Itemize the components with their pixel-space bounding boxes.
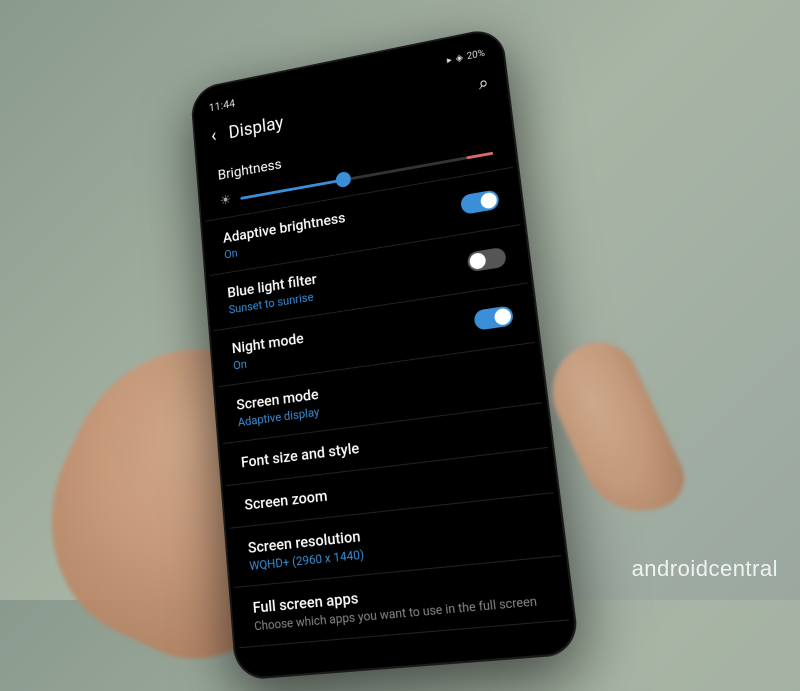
sun-icon: ☀ xyxy=(219,192,231,209)
search-icon[interactable]: ⌕ xyxy=(477,72,489,94)
watermark-text: androidcentral xyxy=(632,556,778,582)
signal-icon: ▸ xyxy=(446,55,452,66)
phone-screen: 11:44 ▸ ◈ 20% ‹ Display ⌕ Brightness ☀ xyxy=(196,38,572,668)
slider-warning-zone xyxy=(466,151,493,159)
slider-fill xyxy=(240,178,343,199)
battery-text: 20% xyxy=(466,48,485,62)
phone-device: 11:44 ▸ ◈ 20% ‹ Display ⌕ Brightness ☀ xyxy=(190,26,580,681)
wifi-icon: ◈ xyxy=(455,52,464,64)
toggle-night-mode[interactable] xyxy=(473,305,514,331)
toggle-adaptive-brightness[interactable] xyxy=(460,189,500,215)
back-icon[interactable]: ‹ xyxy=(210,124,217,146)
slider-thumb[interactable] xyxy=(335,171,351,189)
settings-list: Adaptive brightness On Blue light filter… xyxy=(205,168,569,649)
toggle-blue-light-filter[interactable] xyxy=(467,247,507,273)
